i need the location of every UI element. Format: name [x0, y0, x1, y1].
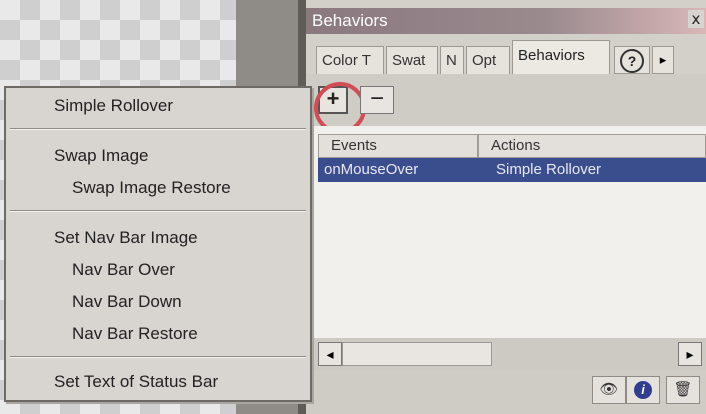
scroll-right-icon[interactable]: ▸: [678, 342, 702, 366]
remove-behavior-button[interactable]: −: [360, 86, 394, 114]
menu-separator: [10, 128, 306, 130]
table-row[interactable]: onMouseOver Simple Rollover: [318, 158, 706, 182]
panel-title: Behaviors: [306, 8, 706, 34]
menu-item-set-nav-bar-image[interactable]: Set Nav Bar Image: [6, 224, 310, 252]
eye-icon[interactable]: 👁: [592, 376, 626, 404]
menu-separator: [10, 210, 306, 212]
behaviors-toolbar: + −: [306, 74, 706, 134]
help-button[interactable]: ?: [614, 46, 650, 74]
menu-item-nav-bar-over[interactable]: Nav Bar Over: [6, 256, 310, 284]
tab-options[interactable]: Opt: [466, 46, 510, 74]
row-action: Simple Rollover: [496, 161, 602, 178]
menu-item-simple-rollover[interactable]: Simple Rollover: [6, 92, 310, 120]
menu-item-swap-image[interactable]: Swap Image: [6, 142, 310, 170]
row-event: onMouseOver: [324, 161, 419, 178]
tab-swatches[interactable]: Swat: [386, 46, 438, 74]
behaviors-panel: Behaviors x Color T Swat N Opt Behaviors…: [306, 0, 706, 414]
menu-separator: [10, 356, 306, 358]
menu-item-nav-bar-down[interactable]: Nav Bar Down: [6, 288, 310, 316]
column-events[interactable]: Events: [318, 134, 478, 158]
info-button[interactable]: i: [626, 376, 660, 404]
menu-item-set-text-of-status-bar[interactable]: Set Text of Status Bar: [6, 368, 310, 396]
scroll-left-icon[interactable]: ◂: [318, 342, 342, 366]
column-actions[interactable]: Actions: [478, 134, 706, 158]
info-icon: i: [634, 381, 652, 399]
close-icon[interactable]: x: [688, 10, 704, 28]
scroll-thumb[interactable]: [342, 342, 492, 366]
menu-item-nav-bar-restore[interactable]: Nav Bar Restore: [6, 320, 310, 348]
horizontal-scrollbar[interactable]: ◂ ▸: [306, 338, 706, 370]
behaviors-table: Events Actions onMouseOver Simple Rollov…: [306, 126, 706, 340]
panel-footer: 👁 i 🗑: [306, 370, 706, 414]
help-icon: ?: [620, 49, 644, 73]
tab-behaviors[interactable]: Behaviors: [512, 40, 610, 74]
menu-item-swap-image-restore[interactable]: Swap Image Restore: [6, 174, 310, 202]
tab-n[interactable]: N: [440, 46, 464, 74]
add-behavior-button[interactable]: +: [314, 82, 366, 134]
trash-icon[interactable]: 🗑: [666, 376, 700, 404]
add-behavior-menu: Simple Rollover Swap Image Swap Image Re…: [4, 86, 312, 402]
tab-scroll-right-icon[interactable]: ▸: [652, 46, 674, 74]
tab-color-table[interactable]: Color T: [316, 46, 384, 74]
